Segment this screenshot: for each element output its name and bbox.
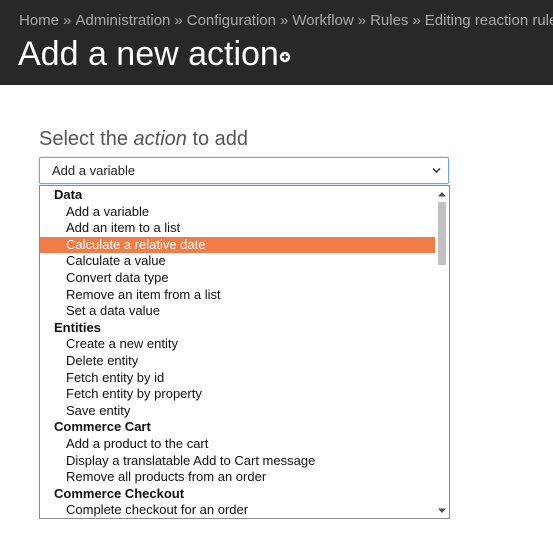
breadcrumb-configuration[interactable]: Configuration <box>187 12 276 29</box>
action-select-label: Select the action to add <box>39 126 248 152</box>
option-remove-an-item-from-a-list[interactable]: Remove an item from a list <box>40 287 436 304</box>
optgroup-commerce-checkout: Commerce Checkout <box>54 485 185 501</box>
breadcrumb-separator: » <box>279 12 289 29</box>
chevron-down-icon <box>432 167 441 174</box>
plus-circle-icon[interactable] <box>279 51 291 63</box>
label-prefix: Select the <box>39 128 134 150</box>
page-title: Add a new action <box>18 35 279 73</box>
page-header: Home» Administration» Configuration» Workfl… <box>0 0 553 85</box>
option-add-a-variable[interactable]: Add a variable <box>40 204 436 221</box>
breadcrumb-rules[interactable]: Rules <box>370 12 408 29</box>
option-fetch-entity-by-property[interactable]: Fetch entity by property <box>40 386 436 403</box>
option-set-a-data-value[interactable]: Set a data value <box>40 303 436 320</box>
action-select-value: Add a variable <box>52 163 136 178</box>
action-select[interactable]: Add a variable <box>39 157 449 184</box>
dropdown-scrollbar[interactable] <box>435 186 449 518</box>
scroll-up-arrow-icon[interactable] <box>438 191 446 197</box>
option-add-a-product-to-the-cart[interactable]: Add a product to the cart <box>40 436 436 453</box>
breadcrumb-workflow[interactable]: Workflow <box>292 12 353 29</box>
optgroup-data: Data <box>54 187 83 202</box>
breadcrumb-separator: » <box>63 12 72 29</box>
breadcrumb-separator: » <box>357 12 367 29</box>
option-complete-checkout[interactable]: Complete checkout for an order <box>40 502 436 518</box>
option-convert-data-type[interactable]: Convert data type <box>40 270 436 287</box>
option-calculate-a-value[interactable]: Calculate a value <box>40 253 436 270</box>
optgroup-commerce-cart: Commerce Cart <box>54 419 151 435</box>
breadcrumb-separator: » <box>174 12 183 29</box>
option-fetch-entity-by-id[interactable]: Fetch entity by id <box>40 370 436 387</box>
option-create-a-new-entity[interactable]: Create a new entity <box>40 336 436 353</box>
option-save-entity[interactable]: Save entity <box>40 403 436 420</box>
breadcrumb-home[interactable]: Home <box>19 12 59 29</box>
option-list: Data Add a variable Add an item to a lis… <box>40 187 436 518</box>
breadcrumb: Home» Administration» Configuration» Workfl… <box>19 11 553 31</box>
breadcrumb-editing-rule[interactable]: Editing reaction rule " <box>425 12 553 29</box>
label-suffix: to add <box>186 128 249 150</box>
breadcrumb-separator: » <box>412 12 421 29</box>
scrollbar-thumb[interactable] <box>438 202 446 265</box>
option-remove-all-products[interactable]: Remove all products from an order <box>40 469 436 486</box>
option-calculate-a-relative-date[interactable]: Calculate a relative date <box>40 236 436 254</box>
label-emphasis: action <box>133 128 187 150</box>
action-dropdown-list[interactable]: Data Add a variable Add an item to a lis… <box>39 185 450 519</box>
option-delete-entity[interactable]: Delete entity <box>40 353 436 370</box>
scroll-down-arrow-icon[interactable] <box>438 508 446 514</box>
breadcrumb-administration[interactable]: Administration <box>75 12 170 29</box>
option-display-add-to-cart-message[interactable]: Display a translatable Add to Cart messa… <box>40 453 436 470</box>
option-add-an-item-to-a-list[interactable]: Add an item to a list <box>40 220 436 237</box>
optgroup-entities: Entities <box>54 319 101 335</box>
